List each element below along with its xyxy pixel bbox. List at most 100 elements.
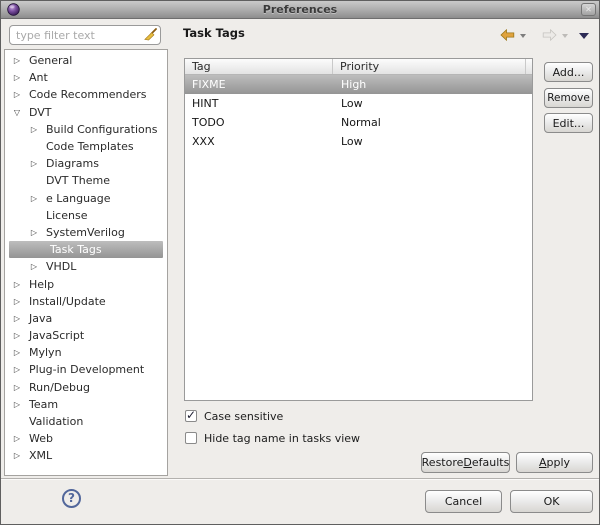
expander-collapsed-icon[interactable]: ▷ bbox=[9, 383, 25, 392]
checkbox-unchecked-icon[interactable]: ✓ bbox=[185, 432, 197, 444]
sidebar-item-help[interactable]: ▷ Help bbox=[5, 275, 167, 292]
checkmark-icon: ✓ bbox=[186, 408, 197, 422]
expander-collapsed-icon[interactable]: ▷ bbox=[9, 365, 25, 374]
sidebar-item-dvt-theme[interactable]: DVT Theme bbox=[5, 172, 167, 189]
sidebar-item-label: Plug-in Development bbox=[29, 363, 145, 377]
sidebar-item-ant[interactable]: ▷ Ant bbox=[5, 69, 167, 86]
column-header-priority[interactable]: Priority bbox=[333, 59, 526, 74]
expander-collapsed-icon[interactable]: ▷ bbox=[9, 73, 25, 82]
sidebar-item-vhdl[interactable]: ▷ VHDL bbox=[5, 258, 167, 275]
expander-collapsed-icon[interactable]: ▷ bbox=[9, 434, 25, 443]
column-header-filler bbox=[526, 59, 532, 74]
sidebar-item-code-templates[interactable]: Code Templates bbox=[5, 138, 167, 155]
expander-collapsed-icon[interactable]: ▷ bbox=[9, 451, 25, 460]
sidebar-item-web[interactable]: ▷ Web bbox=[5, 430, 167, 447]
sidebar-item-label: Mylyn bbox=[29, 346, 62, 360]
sidebar-item-general[interactable]: ▷ General bbox=[5, 52, 167, 69]
sidebar-item-label: Run/Debug bbox=[29, 380, 90, 394]
checkbox-checked-icon[interactable]: ✓ bbox=[185, 408, 197, 422]
cell-priority: Normal bbox=[341, 116, 381, 129]
table-row-todo[interactable]: TODO Normal bbox=[185, 113, 532, 132]
sidebar-item-xml[interactable]: ▷ XML bbox=[5, 447, 167, 464]
checkbox-case-sensitive[interactable]: ✓ Case sensitive bbox=[185, 405, 360, 427]
sidebar-item-e-language[interactable]: ▷ e Language bbox=[5, 190, 167, 207]
page-nav-toolbar bbox=[500, 29, 589, 41]
sidebar-item-systemverilog[interactable]: ▷ SystemVerilog bbox=[5, 224, 167, 241]
cell-priority: Low bbox=[341, 97, 363, 110]
sidebar-item-label: Diagrams bbox=[46, 157, 99, 171]
cell-tag: FIXME bbox=[192, 78, 226, 91]
titlebar[interactable]: Preferences ✕ bbox=[1, 1, 599, 19]
expander-collapsed-icon[interactable]: ▷ bbox=[26, 125, 42, 134]
options-checkboxes: ✓ Case sensitive ✓ Hide tag name in tasks v… bbox=[185, 405, 360, 449]
expander-collapsed-icon[interactable]: ▷ bbox=[9, 314, 25, 323]
sidebar-item-label: Build Configurations bbox=[46, 122, 158, 136]
sidebar-item-plug-in-development[interactable]: ▷ Plug-in Development bbox=[5, 361, 167, 378]
sidebar-item-label: Code Recommenders bbox=[29, 88, 147, 102]
sidebar-item-mylyn[interactable]: ▷ Mylyn bbox=[5, 344, 167, 361]
sidebar-item-label: Install/Update bbox=[29, 294, 106, 308]
expander-collapsed-icon[interactable]: ▷ bbox=[9, 297, 25, 306]
sidebar-item-team[interactable]: ▷ Team bbox=[5, 396, 167, 413]
expander-collapsed-icon[interactable]: ▷ bbox=[9, 280, 25, 289]
table-header-row: Tag Priority bbox=[185, 59, 532, 75]
expander-collapsed-icon[interactable]: ▷ bbox=[9, 90, 25, 99]
expander-collapsed-icon[interactable]: ▷ bbox=[9, 56, 25, 65]
sidebar-item-validation[interactable]: Validation bbox=[5, 413, 167, 430]
sidebar-item-label: DVT Theme bbox=[46, 174, 110, 188]
sidebar-item-license[interactable]: License bbox=[5, 207, 167, 224]
cell-tag: TODO bbox=[192, 116, 225, 129]
sidebar-item-javascript[interactable]: ▷ JavaScript bbox=[5, 327, 167, 344]
window-title: Preferences bbox=[262, 3, 338, 16]
back-button[interactable] bbox=[500, 29, 515, 41]
bottom-separator bbox=[1, 478, 599, 480]
expander-collapsed-icon[interactable]: ▷ bbox=[9, 348, 25, 357]
filter-box bbox=[9, 25, 161, 45]
forward-history-dropdown-icon[interactable] bbox=[562, 34, 568, 38]
back-history-dropdown-icon[interactable] bbox=[520, 34, 526, 38]
cell-tag: HINT bbox=[192, 97, 219, 110]
sidebar-item-label: Task Tags bbox=[50, 243, 102, 257]
sidebar-item-install-update[interactable]: ▷ Install/Update bbox=[5, 293, 167, 310]
clear-filter-broom-icon[interactable] bbox=[143, 28, 157, 42]
sidebar-item-java[interactable]: ▷ Java bbox=[5, 310, 167, 327]
close-button[interactable]: ✕ bbox=[581, 3, 596, 16]
sidebar-item-label: General bbox=[29, 54, 73, 68]
sidebar-item-dvt[interactable]: ▽ DVT bbox=[5, 104, 167, 121]
remove-button[interactable]: Remove bbox=[544, 88, 593, 108]
sidebar-item-label: License bbox=[46, 208, 88, 222]
sidebar-item-label: e Language bbox=[46, 191, 111, 205]
table-row-fixme[interactable]: FIXME High bbox=[185, 75, 532, 94]
checkbox-label: Case sensitive bbox=[204, 409, 284, 423]
add-button[interactable]: Add... bbox=[544, 62, 593, 82]
expander-collapsed-icon[interactable]: ▷ bbox=[9, 400, 25, 409]
restore-defaults-button[interactable]: Restore Defaults bbox=[421, 452, 510, 473]
preferences-tree: ▷ General ▷ Ant ▷ Code Recommenders ▽ DVT ▷ Build… bbox=[4, 49, 168, 476]
page-title: Task Tags bbox=[183, 26, 245, 40]
sidebar-item-run-debug[interactable]: ▷ Run/Debug bbox=[5, 379, 167, 396]
sidebar-item-build-configurations[interactable]: ▷ Build Configurations bbox=[5, 121, 167, 138]
cancel-button[interactable]: Cancel bbox=[425, 490, 502, 513]
filter-input[interactable] bbox=[9, 25, 161, 45]
sidebar-item-task-tags[interactable]: Task Tags bbox=[9, 241, 163, 259]
help-button[interactable]: ? bbox=[62, 489, 81, 508]
checkbox-hide-tag-name-in-tasks-view[interactable]: ✓ Hide tag name in tasks view bbox=[185, 427, 360, 449]
ok-button[interactable]: OK bbox=[510, 490, 593, 513]
edit-button[interactable]: Edit... bbox=[544, 113, 593, 133]
sidebar-item-diagrams[interactable]: ▷ Diagrams bbox=[5, 155, 167, 172]
expander-collapsed-icon[interactable]: ▷ bbox=[26, 194, 42, 203]
table-body: FIXME High HINT Low TODO Normal XXX Low bbox=[185, 75, 532, 151]
sidebar-item-code-recommenders[interactable]: ▷ Code Recommenders bbox=[5, 86, 167, 103]
view-menu-button[interactable] bbox=[579, 33, 589, 39]
sidebar-item-label: Ant bbox=[29, 71, 48, 85]
table-row-xxx[interactable]: XXX Low bbox=[185, 132, 532, 151]
expander-expanded-icon[interactable]: ▽ bbox=[9, 108, 25, 117]
forward-button[interactable] bbox=[542, 29, 557, 41]
expander-collapsed-icon[interactable]: ▷ bbox=[9, 331, 25, 340]
apply-button[interactable]: Apply bbox=[516, 452, 593, 473]
expander-collapsed-icon[interactable]: ▷ bbox=[26, 159, 42, 168]
expander-collapsed-icon[interactable]: ▷ bbox=[26, 228, 42, 237]
table-row-hint[interactable]: HINT Low bbox=[185, 94, 532, 113]
expander-collapsed-icon[interactable]: ▷ bbox=[26, 262, 42, 271]
column-header-tag[interactable]: Tag bbox=[185, 59, 333, 74]
